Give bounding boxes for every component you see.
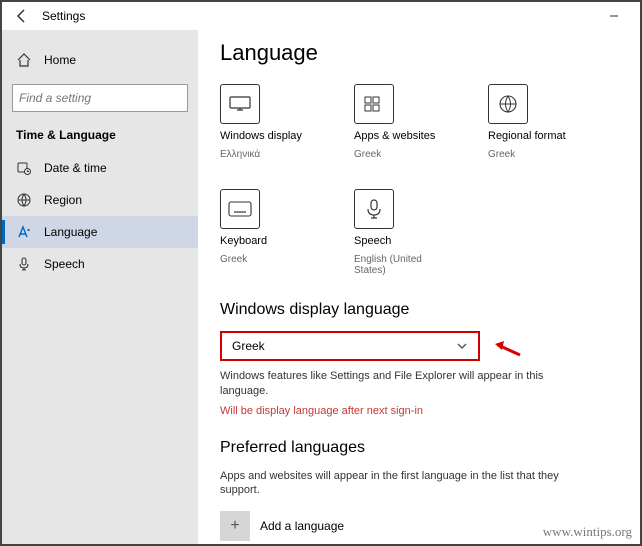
sidebar-item-label: Date & time [44,161,107,175]
sidebar-item-label: Language [44,225,97,239]
microphone-icon [16,256,32,272]
add-language-button[interactable]: + Add a language [220,508,580,544]
content-area: Language Windows display Ελληνικά Apps &… [198,30,640,544]
language-a-icon [16,224,32,240]
chevron-down-icon [456,340,468,352]
tile-sub: Ελληνικά [220,149,312,161]
sidebar-item-date-time[interactable]: Date & time [2,152,198,184]
page-title: Language [220,40,622,66]
search-box[interactable] [12,84,188,112]
microphone-icon [365,198,383,220]
plus-icon: + [220,511,250,541]
titlebar: Settings [2,2,640,30]
window-title: Settings [42,9,85,23]
add-language-label: Add a language [260,519,344,533]
sidebar: Home Time & Language Date & time Region … [2,30,198,544]
tile-keyboard[interactable]: Keyboard Greek [220,189,312,277]
sidebar-category: Time & Language [2,124,198,152]
sidebar-item-label: Speech [44,257,85,271]
globe-icon [16,192,32,208]
calendar-clock-icon [16,160,32,176]
home-label: Home [44,53,76,67]
tile-label: Regional format [488,130,580,143]
tile-apps-websites[interactable]: Apps & websites Greek [354,84,446,161]
keyboard-icon [228,201,252,217]
tile-label: Windows display [220,130,312,143]
annotation-arrow-icon [492,335,522,359]
home-nav[interactable]: Home [2,44,198,76]
sidebar-item-language[interactable]: Language [2,216,198,248]
tile-speech[interactable]: Speech English (United States) [354,189,446,277]
sidebar-item-speech[interactable]: Speech [2,248,198,280]
minimize-button[interactable] [596,4,632,28]
tile-label: Apps & websites [354,130,446,143]
dropdown-selected: Greek [232,339,265,353]
tile-label: Speech [354,235,446,248]
back-button[interactable] [10,4,34,28]
tile-sub: Greek [488,149,580,161]
monitor-icon [229,96,251,112]
back-arrow-icon [14,8,30,24]
watermark: www.wintips.org [543,524,632,540]
tile-windows-display[interactable]: Windows display Ελληνικά [220,84,312,161]
display-language-dropdown[interactable]: Greek [220,331,480,361]
minimize-icon [609,11,619,21]
globe-icon [497,93,519,115]
display-language-help: Windows features like Settings and File … [220,369,580,399]
tile-sub: Greek [220,254,312,266]
display-language-heading: Windows display language [220,301,622,319]
tile-sub: English (United States) [354,254,446,277]
tile-label: Keyboard [220,235,312,248]
display-language-warning: Will be display language after next sign… [220,405,622,417]
tile-regional-format[interactable]: Regional format Greek [488,84,580,161]
home-icon [16,52,32,68]
preferred-languages-help: Apps and websites will appear in the fir… [220,469,580,499]
search-input[interactable] [19,91,176,105]
preferred-languages-heading: Preferred languages [220,439,622,457]
sidebar-item-label: Region [44,193,82,207]
language-tiles: Windows display Ελληνικά Apps & websites… [220,84,622,277]
apps-grid-icon [363,95,385,113]
sidebar-item-region[interactable]: Region [2,184,198,216]
tile-sub: Greek [354,149,446,161]
